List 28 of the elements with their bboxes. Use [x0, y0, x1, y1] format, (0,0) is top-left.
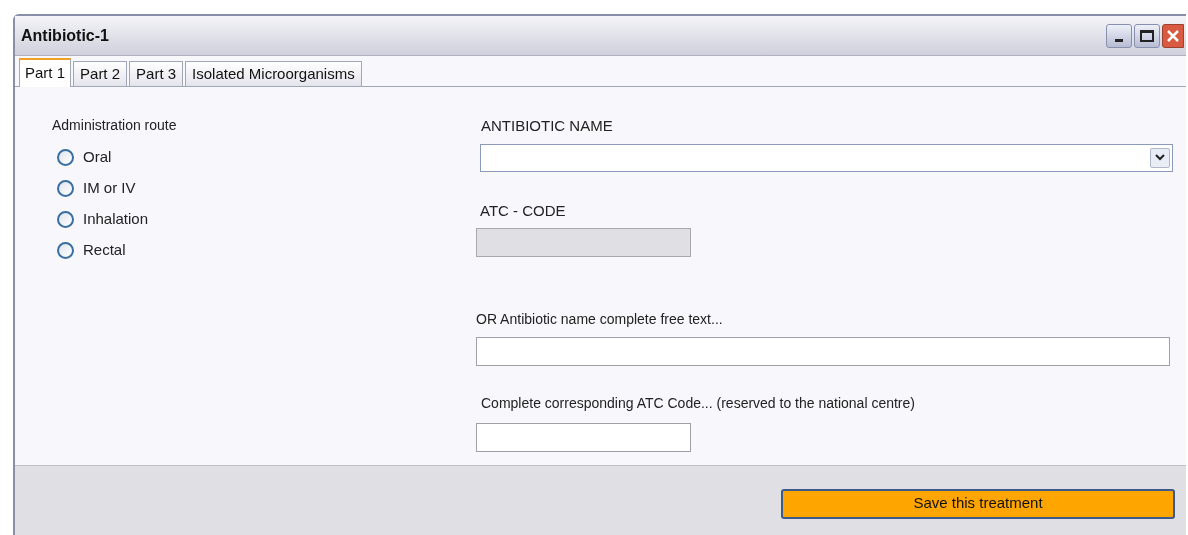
- window-title: Antibiotic-1: [21, 25, 109, 46]
- antibiotic-name-dropdown[interactable]: [480, 143, 1173, 172]
- field-label: ATC - CODE: [480, 200, 567, 221]
- maximize-icon: [1140, 29, 1154, 42]
- radio-label: Rectal: [83, 240, 126, 261]
- minimize-button[interactable]: [1106, 23, 1132, 48]
- radio-button[interactable]: [57, 211, 74, 228]
- tab[interactable]: Part 1: [19, 58, 72, 87]
- radio-button[interactable]: [57, 149, 74, 166]
- field-label: ANTIBIOTIC NAME: [481, 116, 614, 136]
- field-label: Complete corresponding ATC Code... (reserved to the national centre): [481, 394, 916, 413]
- save-button[interactable]: Save this treatment: [781, 488, 1175, 519]
- tab[interactable]: Part 2: [73, 61, 128, 86]
- atc-code-free-text-field[interactable]: [476, 423, 691, 452]
- radio-label: IM or IV: [83, 178, 136, 199]
- antibiotic-name-free-text-field[interactable]: [476, 337, 1170, 366]
- close-icon: [1166, 28, 1180, 43]
- radio-button[interactable]: [57, 242, 74, 259]
- radio-label: Inhalation: [83, 209, 149, 230]
- field-label: OR Antibiotic name complete free text...: [476, 310, 724, 329]
- close-button[interactable]: [1162, 23, 1184, 48]
- minimize-icon: [1115, 38, 1123, 42]
- tab[interactable]: Isolated Microorganisms: [185, 61, 362, 86]
- radio-label: Oral: [83, 147, 112, 168]
- radio-button[interactable]: [57, 180, 74, 197]
- field-label: Administration route: [52, 116, 178, 135]
- maximize-button[interactable]: [1134, 23, 1160, 48]
- tab[interactable]: Part 3: [129, 61, 184, 86]
